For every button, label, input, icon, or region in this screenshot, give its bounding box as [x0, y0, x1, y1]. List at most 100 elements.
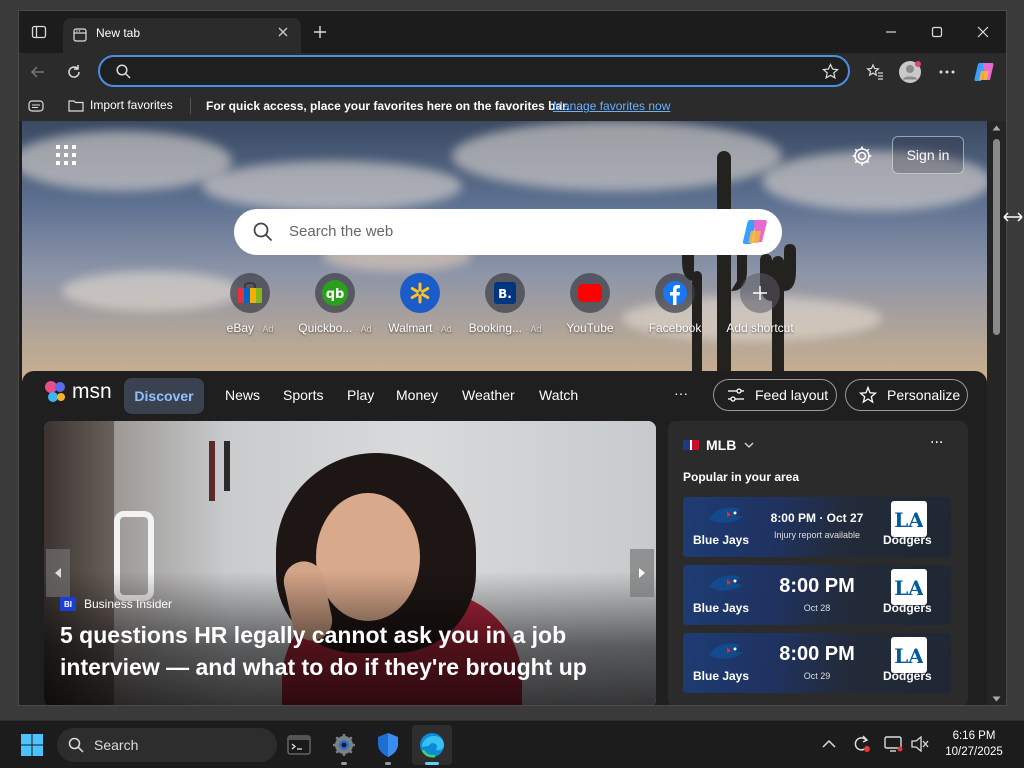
- nav-tab-play[interactable]: Play: [347, 387, 374, 403]
- feed-layout-button[interactable]: Feed layout: [713, 379, 837, 411]
- add-favorite-star-icon[interactable]: [822, 63, 839, 80]
- tab-new-tab[interactable]: New tab: [63, 18, 301, 53]
- youtube-icon: [570, 273, 610, 313]
- nav-tab-sports[interactable]: Sports: [283, 387, 323, 403]
- league-selector[interactable]: MLB: [683, 437, 754, 453]
- copilot-icon[interactable]: [740, 218, 770, 246]
- quick-link-ebay[interactable]: eBay · Ad: [207, 273, 293, 343]
- svg-text:LA: LA: [895, 508, 923, 532]
- hero-source[interactable]: BI Business Insider: [60, 597, 172, 611]
- taskbar-search-label: Search: [94, 737, 139, 753]
- reading-view-icon[interactable]: [28, 100, 44, 112]
- nav-more-button[interactable]: ···: [674, 385, 688, 401]
- mlb-logo-icon: [683, 440, 699, 450]
- show-hidden-icons-button[interactable]: [822, 739, 836, 748]
- close-icon: [278, 27, 288, 37]
- blue-jays-logo-icon: [709, 507, 743, 523]
- scroll-down-arrow-icon[interactable]: [992, 696, 1001, 702]
- copilot-icon: [974, 63, 994, 81]
- app-launcher-button[interactable]: [56, 145, 76, 165]
- card-more-button[interactable]: ···: [930, 435, 943, 451]
- nav-tab-money[interactable]: Money: [396, 387, 438, 403]
- blue-jays-logo-icon: [709, 575, 743, 591]
- resize-cursor-icon: [1003, 212, 1023, 222]
- quick-link-label: Add shortcut: [726, 321, 794, 335]
- msn-feed: msn Discover News Sports Play Money Weat…: [22, 371, 987, 705]
- minimize-button[interactable]: [868, 11, 914, 53]
- quick-link-label: Facebook: [648, 321, 702, 335]
- display-network-icon[interactable]: [884, 735, 904, 753]
- tab-actions-button[interactable]: [25, 18, 53, 46]
- game-row[interactable]: Blue Jays 8:00 PM Oct 28 LA Dodgers: [683, 565, 951, 625]
- favorites-divider: [190, 98, 191, 114]
- quick-link-youtube[interactable]: YouTube: [547, 273, 633, 343]
- more-dots-icon: [939, 70, 955, 74]
- business-insider-badge: BI: [60, 597, 76, 611]
- ad-label: · Ad: [257, 324, 274, 334]
- favorites-star-list-icon: [866, 63, 883, 80]
- nav-tab-watch[interactable]: Watch: [539, 387, 578, 403]
- nav-tab-weather[interactable]: Weather: [462, 387, 515, 403]
- scroll-up-arrow-icon[interactable]: [992, 125, 1001, 131]
- sync-status-icon[interactable]: [851, 735, 871, 753]
- plus-icon: [740, 273, 780, 313]
- game-row[interactable]: Blue Jays 8:00 PM Oct 29 LA Dodgers: [683, 633, 951, 693]
- taskbar-settings[interactable]: [324, 725, 364, 765]
- start-button[interactable]: [12, 725, 52, 765]
- tab-actions-icon: [31, 25, 47, 39]
- page-settings-button[interactable]: [851, 145, 873, 167]
- address-bar[interactable]: [98, 55, 850, 87]
- sign-in-button[interactable]: Sign in: [892, 136, 964, 174]
- new-tab-button[interactable]: [309, 21, 331, 43]
- personalize-button[interactable]: Personalize: [845, 379, 968, 411]
- taskbar-search-box[interactable]: Search: [57, 728, 277, 762]
- page-scrollbar[interactable]: [987, 121, 1006, 705]
- game-row[interactable]: Blue Jays 8:00 PM · Oct 27 Injury report…: [683, 497, 951, 557]
- hero-story-card[interactable]: BI Business Insider 5 questions HR legal…: [44, 421, 656, 705]
- web-search-box[interactable]: Search the web: [234, 209, 782, 255]
- close-window-button[interactable]: [960, 11, 1006, 53]
- svg-text:qb: qb: [326, 287, 345, 302]
- favorites-button[interactable]: [861, 58, 889, 86]
- ad-label: · Ad: [525, 324, 542, 334]
- taskbar-clock[interactable]: 6:16 PM 10/27/2025: [938, 728, 1010, 760]
- taskbar-terminal[interactable]: [279, 725, 319, 765]
- plus-icon: [314, 26, 326, 38]
- hero-headline[interactable]: 5 questions HR legally cannot ask you in…: [60, 619, 587, 683]
- import-favorites-button[interactable]: Import favorites: [68, 98, 173, 112]
- volume-muted-icon[interactable]: [910, 736, 930, 752]
- msn-logo[interactable]: msn: [44, 379, 112, 405]
- nav-tab-discover[interactable]: Discover: [124, 378, 204, 414]
- refresh-button[interactable]: [60, 58, 88, 86]
- game-time: 8:00 PM: [779, 643, 855, 665]
- chevron-up-icon: [822, 739, 836, 748]
- taskbar-security[interactable]: [368, 725, 408, 765]
- add-shortcut-button[interactable]: Add shortcut: [717, 273, 803, 343]
- shield-icon: [378, 733, 398, 757]
- quick-link-quickbooks[interactable]: qb Quickbo... · Ad: [292, 273, 378, 343]
- clock-date: 10/27/2025: [945, 746, 1003, 758]
- dodgers-logo-icon: LA: [891, 569, 927, 605]
- taskbar-edge[interactable]: [412, 725, 452, 765]
- quick-link-facebook[interactable]: Facebook: [632, 273, 718, 343]
- maximize-button[interactable]: [914, 11, 960, 53]
- manage-favorites-link[interactable]: Manage favorites now: [553, 99, 670, 113]
- quick-link-label: eBay: [226, 321, 254, 335]
- sliders-icon: [728, 388, 744, 402]
- profile-button[interactable]: [896, 58, 924, 86]
- search-icon: [68, 737, 84, 753]
- hero-next-button[interactable]: [630, 549, 654, 597]
- scrollbar-thumb[interactable]: [993, 139, 1000, 335]
- settings-gear-icon: [333, 734, 355, 756]
- hero-prev-button[interactable]: [46, 549, 70, 597]
- tab-close-button[interactable]: [277, 26, 289, 38]
- address-input[interactable]: [140, 61, 800, 81]
- copilot-button[interactable]: [970, 58, 998, 86]
- quick-link-booking[interactable]: B. Booking... · Ad: [462, 273, 548, 343]
- quick-link-walmart[interactable]: Walmart · Ad: [377, 273, 463, 343]
- settings-more-button[interactable]: [933, 58, 961, 86]
- nav-tab-news[interactable]: News: [225, 387, 260, 403]
- svg-text:B.: B.: [498, 287, 512, 301]
- back-button[interactable]: [24, 58, 52, 86]
- refresh-icon: [68, 65, 80, 78]
